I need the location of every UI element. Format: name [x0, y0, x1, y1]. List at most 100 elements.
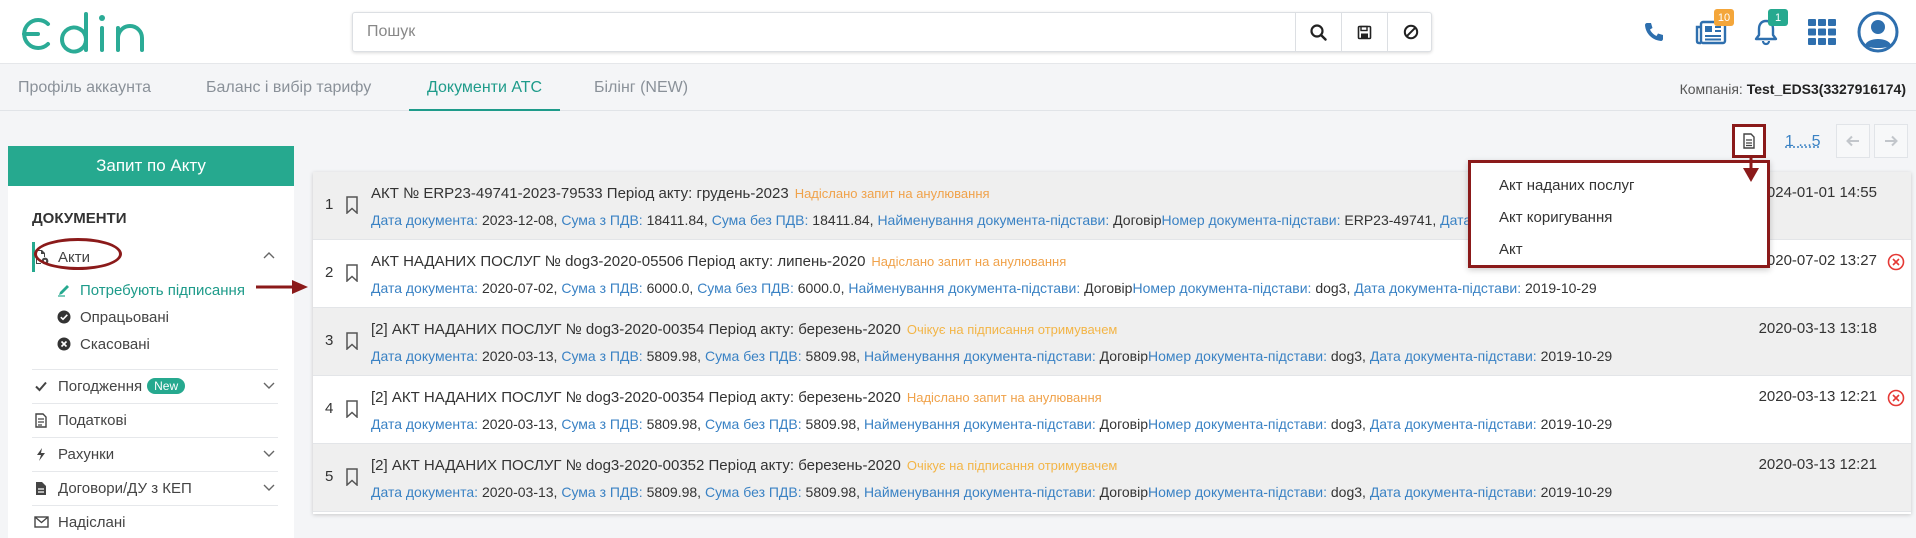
- document-datetime: 2020-07-02 13:27: [1758, 252, 1877, 269]
- document-title[interactable]: АКТ № ERP23-49741-2023-79533 Період акту…: [371, 185, 990, 202]
- chevron-down-icon[interactable]: [262, 480, 276, 494]
- status-badge: Очікує на підписання отримувачем: [906, 322, 1118, 337]
- phone-button[interactable]: [1634, 12, 1674, 52]
- sidebar-item-invoices[interactable]: Рахунки: [32, 438, 278, 470]
- save-icon: [1357, 25, 1372, 39]
- pen-icon: [56, 283, 72, 297]
- status-badge: Надіслано запит на анулювання: [794, 186, 990, 201]
- meta-value: Договір: [1084, 280, 1133, 296]
- menu-item-act[interactable]: Акт: [1499, 241, 1523, 258]
- tab-account-profile[interactable]: Профіль аккаунта: [0, 65, 169, 111]
- meta-key: Найменування документа-підстави:: [877, 212, 1110, 228]
- menu-item-service-act[interactable]: Акт наданих послуг: [1499, 177, 1635, 194]
- act-request-button[interactable]: Запит по Акту: [8, 146, 294, 186]
- document-title[interactable]: [2] АКТ НАДАНИХ ПОСЛУГ № dog3-2020-00354…: [371, 321, 1117, 338]
- sidebar-sub-need-signing[interactable]: Потребують підписання: [56, 275, 245, 305]
- meta-key: Номер документа-підстави:: [1161, 212, 1341, 228]
- status-badge: Надіслано запит на анулювання: [871, 254, 1067, 269]
- phone-icon: [1645, 23, 1663, 41]
- document-title[interactable]: АКТ НАДАНИХ ПОСЛУГ № dog3-2020-05506 Пер…: [371, 253, 1066, 270]
- menu-item-correction-act[interactable]: Акт коригування: [1499, 209, 1612, 226]
- sidebar-item-label: Погодження: [58, 377, 143, 395]
- prev-page-button[interactable]: [1836, 124, 1870, 158]
- next-page-button[interactable]: [1874, 124, 1908, 158]
- meta-value: 2023-12-08,: [481, 212, 558, 228]
- sidebar-sub-cancelled[interactable]: Скасовані: [56, 329, 150, 359]
- meta-value: 2019-10-29: [1540, 416, 1613, 432]
- meta-value: Договір: [1099, 416, 1149, 432]
- meta-value: 2019-10-29: [1540, 484, 1613, 500]
- sidebar-item-label: Рахунки: [58, 445, 115, 463]
- meta-key: Найменування документа-підстави:: [863, 348, 1096, 364]
- bookmark-icon[interactable]: [345, 400, 359, 418]
- meta-key: Дата документа-підстави:: [1354, 280, 1522, 296]
- meta-key: Дата документа:: [371, 484, 479, 500]
- document-title-text: [2] АКТ НАДАНИХ ПОСЛУГ № dog3-2020-00354…: [371, 321, 901, 338]
- chevron-down-icon[interactable]: [262, 446, 276, 460]
- bolt-icon: [32, 447, 50, 462]
- document-icon: [1743, 133, 1755, 149]
- meta-key: Сума з ПДВ:: [561, 416, 643, 432]
- clear-search-button[interactable]: [1387, 13, 1433, 51]
- chevron-down-icon[interactable]: [262, 378, 276, 392]
- bookmark-icon[interactable]: [345, 468, 359, 486]
- cancel-request-icon[interactable]: [1887, 253, 1905, 271]
- check-icon: [32, 379, 50, 393]
- apps-menu-button[interactable]: [1802, 12, 1842, 52]
- document-title[interactable]: [2] АКТ НАДАНИХ ПОСЛУГ № dog3-2020-00354…: [371, 389, 1102, 406]
- row-number: 1: [325, 196, 334, 213]
- user-avatar-button[interactable]: [1856, 10, 1900, 54]
- notifications-button[interactable]: 1: [1746, 9, 1788, 52]
- document-title-text: АКТ НАДАНИХ ПОСЛУГ № dog3-2020-05506 Пер…: [371, 253, 866, 270]
- file-text-icon: [32, 481, 50, 496]
- sidebar-item-sent[interactable]: Надіслані: [32, 506, 278, 538]
- meta-key: Сума з ПДВ:: [561, 280, 643, 296]
- sidebar-item-contracts[interactable]: Договори/ДУ з КЕП: [32, 472, 278, 504]
- meta-key: Номер документа-підстави:: [1132, 280, 1312, 296]
- sidebar-item-tax[interactable]: Податкові: [32, 404, 278, 436]
- documents-news-button[interactable]: 10: [1692, 9, 1734, 52]
- table-row[interactable]: 5 [2] АКТ НАДАНИХ ПОСЛУГ № dog3-2020-003…: [313, 444, 1911, 512]
- status-badge: Очікує на підписання отримувачем: [906, 458, 1118, 473]
- meta-value: Договір: [1099, 484, 1149, 500]
- search-bar: [352, 12, 1432, 52]
- table-row[interactable]: 3 [2] АКТ НАДАНИХ ПОСЛУГ № dog3-2020-003…: [313, 308, 1911, 376]
- chevron-up-icon[interactable]: [262, 249, 276, 263]
- tab-billing-new[interactable]: Білінг (NEW): [576, 65, 706, 111]
- company-label: Компанія:: [1679, 81, 1743, 97]
- tab-ats-documents[interactable]: Документи АТС: [409, 65, 561, 111]
- meta-value: 18411.84,: [646, 212, 708, 228]
- sidebar-item-label: Акти: [58, 248, 90, 266]
- meta-key: Дата документа:: [371, 348, 479, 364]
- meta-value: 5809.98,: [805, 348, 861, 364]
- table-row[interactable]: 4 [2] АКТ НАДАНИХ ПОСЛУГ № dog3-2020-003…: [313, 376, 1911, 444]
- tab-balance-tariff[interactable]: Баланс і вибір тарифу: [188, 65, 389, 111]
- account-tabs: Профіль аккаунта Баланс і вибір тарифу Д…: [0, 65, 1916, 111]
- meta-key: Номер документа-підстави:: [1148, 416, 1327, 432]
- save-search-button[interactable]: [1341, 13, 1387, 51]
- search-button[interactable]: [1295, 13, 1341, 51]
- bookmark-icon[interactable]: [345, 332, 359, 350]
- notifications-badge: 1: [1768, 9, 1788, 26]
- meta-key: Сума без ПДВ:: [704, 416, 802, 432]
- document-title-text: [2] АКТ НАДАНИХ ПОСЛУГ № dog3-2020-00352…: [371, 457, 901, 474]
- document-title[interactable]: [2] АКТ НАДАНИХ ПОСЛУГ № dog3-2020-00352…: [371, 457, 1117, 474]
- document-title-text: [2] АКТ НАДАНИХ ПОСЛУГ № dog3-2020-00354…: [371, 389, 901, 406]
- meta-value: 2019-10-29: [1525, 280, 1597, 296]
- page-selector[interactable]: 1 ...5: [1785, 133, 1821, 151]
- bookmark-icon[interactable]: [345, 196, 359, 214]
- sidebar-sub-processed[interactable]: Опрацьовані: [56, 302, 169, 332]
- edin-logo[interactable]: [18, 10, 160, 56]
- cancel-request-icon[interactable]: [1887, 389, 1905, 407]
- tax-document-icon: [32, 412, 50, 428]
- x-circle-icon: [56, 337, 72, 351]
- create-document-button[interactable]: [1732, 124, 1766, 158]
- search-input[interactable]: [353, 13, 1295, 51]
- sidebar-item-acts[interactable]: Акти: [32, 241, 278, 273]
- meta-value: dog3,: [1330, 348, 1366, 364]
- sidebar-item-approvals[interactable]: Погодження New: [32, 370, 278, 402]
- meta-value: 6000.0,: [646, 280, 694, 296]
- bookmark-icon[interactable]: [345, 264, 359, 282]
- top-header: edin 10 1: [0, 0, 1916, 64]
- sidebar-sub-label: Потребують підписання: [80, 281, 245, 299]
